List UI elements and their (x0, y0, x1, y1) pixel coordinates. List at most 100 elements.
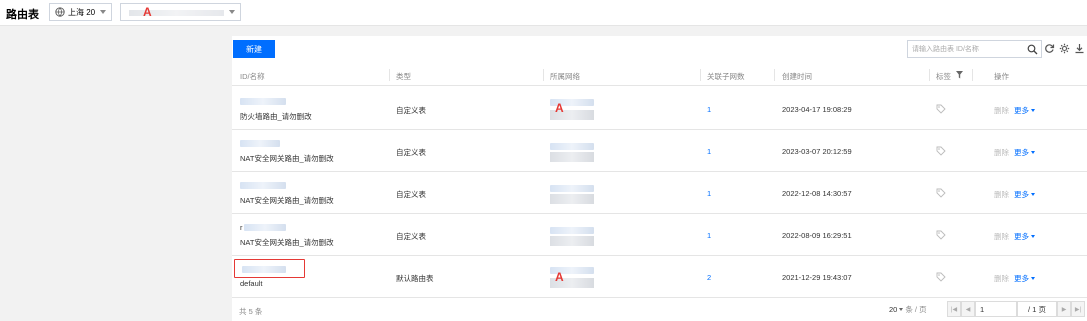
route-table-id[interactable] (244, 224, 286, 231)
more-dropdown[interactable]: 更多 (1014, 105, 1035, 116)
column-divider (929, 69, 930, 81)
more-dropdown[interactable]: 更多 (1014, 189, 1035, 200)
route-table-name: NAT安全网关路由_请勿删改 (240, 154, 334, 163)
page-size-select[interactable]: 20 条 / 页 (889, 304, 927, 315)
download-icon[interactable] (1074, 43, 1085, 54)
highlight-box (234, 259, 305, 278)
more-label: 更多 (1014, 148, 1029, 157)
prev-page-button[interactable]: ◀ (961, 301, 975, 317)
more-dropdown[interactable]: 更多 (1014, 147, 1035, 158)
route-table-id[interactable] (240, 182, 286, 189)
page-size-unit: 条 / 页 (905, 305, 927, 314)
table-row[interactable]: NAT安全网关路由_请勿删改 自定义表 1 2023-03-07 20:12:5… (232, 131, 1087, 172)
column-divider (972, 69, 973, 81)
annotation-mark: A (555, 270, 564, 284)
network-id[interactable] (550, 143, 594, 150)
route-table-id[interactable] (240, 140, 280, 147)
gear-icon[interactable] (1059, 43, 1070, 54)
created-time: 2023-04-17 19:08:29 (782, 105, 852, 114)
subnet-count-link[interactable]: 2 (707, 273, 711, 282)
more-label: 更多 (1014, 274, 1029, 283)
more-label: 更多 (1014, 190, 1029, 199)
chevron-down-icon (1031, 277, 1035, 280)
chevron-down-icon (229, 10, 235, 14)
next-page-button[interactable]: ▶ (1057, 301, 1071, 317)
column-subnets: 关联子网数 (707, 72, 745, 81)
column-divider (700, 69, 701, 81)
table-row[interactable]: r NAT安全网关路由_请勿删改 自定义表 1 2022-08-09 16:29… (232, 215, 1087, 256)
last-page-icon: ▶| (1074, 306, 1082, 313)
tag-icon[interactable] (936, 188, 946, 198)
tag-icon[interactable] (936, 272, 946, 282)
filter-icon[interactable] (956, 71, 963, 79)
chevron-down-icon (899, 308, 904, 311)
region-label: 上海 20 (68, 7, 96, 17)
chevron-down-icon (1031, 193, 1035, 196)
table-row[interactable]: default 默认路由表 A 2 2021-12-29 19:43:07 删除… (232, 257, 1087, 298)
first-page-icon: |◀ (950, 306, 958, 313)
subnet-count-link[interactable]: 1 (707, 231, 711, 240)
tag-icon[interactable] (936, 104, 946, 114)
chevron-down-icon (1031, 151, 1035, 154)
pagination: |◀ ◀ 1 / 1 页 ▶ ▶| (947, 301, 1085, 317)
route-table-type: 自定义表 (396, 190, 426, 199)
route-table-type: 默认路由表 (396, 274, 434, 283)
subnet-count-link[interactable]: 1 (707, 147, 711, 156)
table-row[interactable]: NAT安全网关路由_请勿删改 自定义表 1 2022-12-08 14:30:5… (232, 173, 1087, 214)
delete-link[interactable]: 删除 (994, 189, 1009, 200)
delete-link[interactable]: 删除 (994, 105, 1009, 116)
column-divider (543, 69, 544, 81)
column-type: 类型 (396, 72, 411, 81)
more-dropdown[interactable]: 更多 (1014, 231, 1035, 242)
network-id[interactable] (550, 227, 594, 234)
delete-link[interactable]: 删除 (994, 231, 1009, 242)
created-time: 2022-08-09 16:29:51 (782, 231, 852, 240)
top-bar: 路由表 上海 20 A (0, 0, 1087, 26)
next-page-icon: ▶ (1061, 306, 1067, 313)
vpc-select[interactable]: A (120, 3, 241, 21)
route-table-name: default (240, 279, 263, 288)
route-table-name: NAT安全网关路由_请勿删改 (240, 238, 334, 247)
column-divider (389, 69, 390, 81)
page-number-input[interactable]: 1 (975, 301, 1017, 317)
first-page-button[interactable]: |◀ (947, 301, 961, 317)
search-input[interactable] (912, 43, 1022, 55)
column-network: 所属网络 (550, 72, 580, 81)
network-id[interactable] (550, 185, 594, 192)
region-select[interactable]: 上海 20 (49, 3, 112, 21)
page-size-value: 20 (889, 305, 898, 314)
more-label: 更多 (1014, 232, 1029, 241)
prev-page-icon: ◀ (965, 306, 971, 313)
column-created: 创建时间 (782, 72, 812, 81)
route-table-id[interactable] (240, 98, 286, 105)
column-id-name: ID/名称 (240, 72, 265, 81)
created-time: 2022-12-08 14:30:57 (782, 189, 852, 198)
table-row[interactable]: 防火墙路由_请勿删改 自定义表 A 1 2023-04-17 19:08:29 … (232, 89, 1087, 130)
column-divider (774, 69, 775, 81)
search-box[interactable] (907, 40, 1042, 58)
refresh-icon[interactable] (1044, 43, 1055, 54)
table-header: ID/名称 类型 所属网络 关联子网数 创建时间 标签 操作 (232, 64, 1087, 86)
tag-icon[interactable] (936, 146, 946, 156)
total-pages: / 1 页 (1017, 301, 1057, 317)
subnet-count-link[interactable]: 1 (707, 105, 711, 114)
last-page-button[interactable]: ▶| (1071, 301, 1085, 317)
more-dropdown[interactable]: 更多 (1014, 273, 1035, 284)
delete-link[interactable]: 删除 (994, 273, 1009, 284)
network-name (550, 194, 594, 204)
more-label: 更多 (1014, 106, 1029, 115)
subnet-count-link[interactable]: 1 (707, 189, 711, 198)
delete-link[interactable]: 删除 (994, 147, 1009, 158)
route-table-name: NAT安全网关路由_请勿删改 (240, 196, 334, 205)
page-title: 路由表 (6, 9, 39, 21)
new-button[interactable]: 新建 (233, 40, 275, 58)
created-time: 2023-03-07 20:12:59 (782, 147, 852, 156)
tag-icon[interactable] (936, 230, 946, 240)
created-time: 2021-12-29 19:43:07 (782, 273, 852, 282)
route-table-panel: 新建 ID/名称 类型 所属网络 关联子网数 创建时间 标签 操作 防火墙路由_… (232, 36, 1087, 321)
route-table-id-prefix: r (240, 223, 243, 232)
route-table-type: 自定义表 (396, 106, 426, 115)
column-tags: 标签 (936, 72, 951, 81)
search-icon[interactable] (1027, 44, 1038, 55)
column-actions: 操作 (994, 72, 1009, 81)
